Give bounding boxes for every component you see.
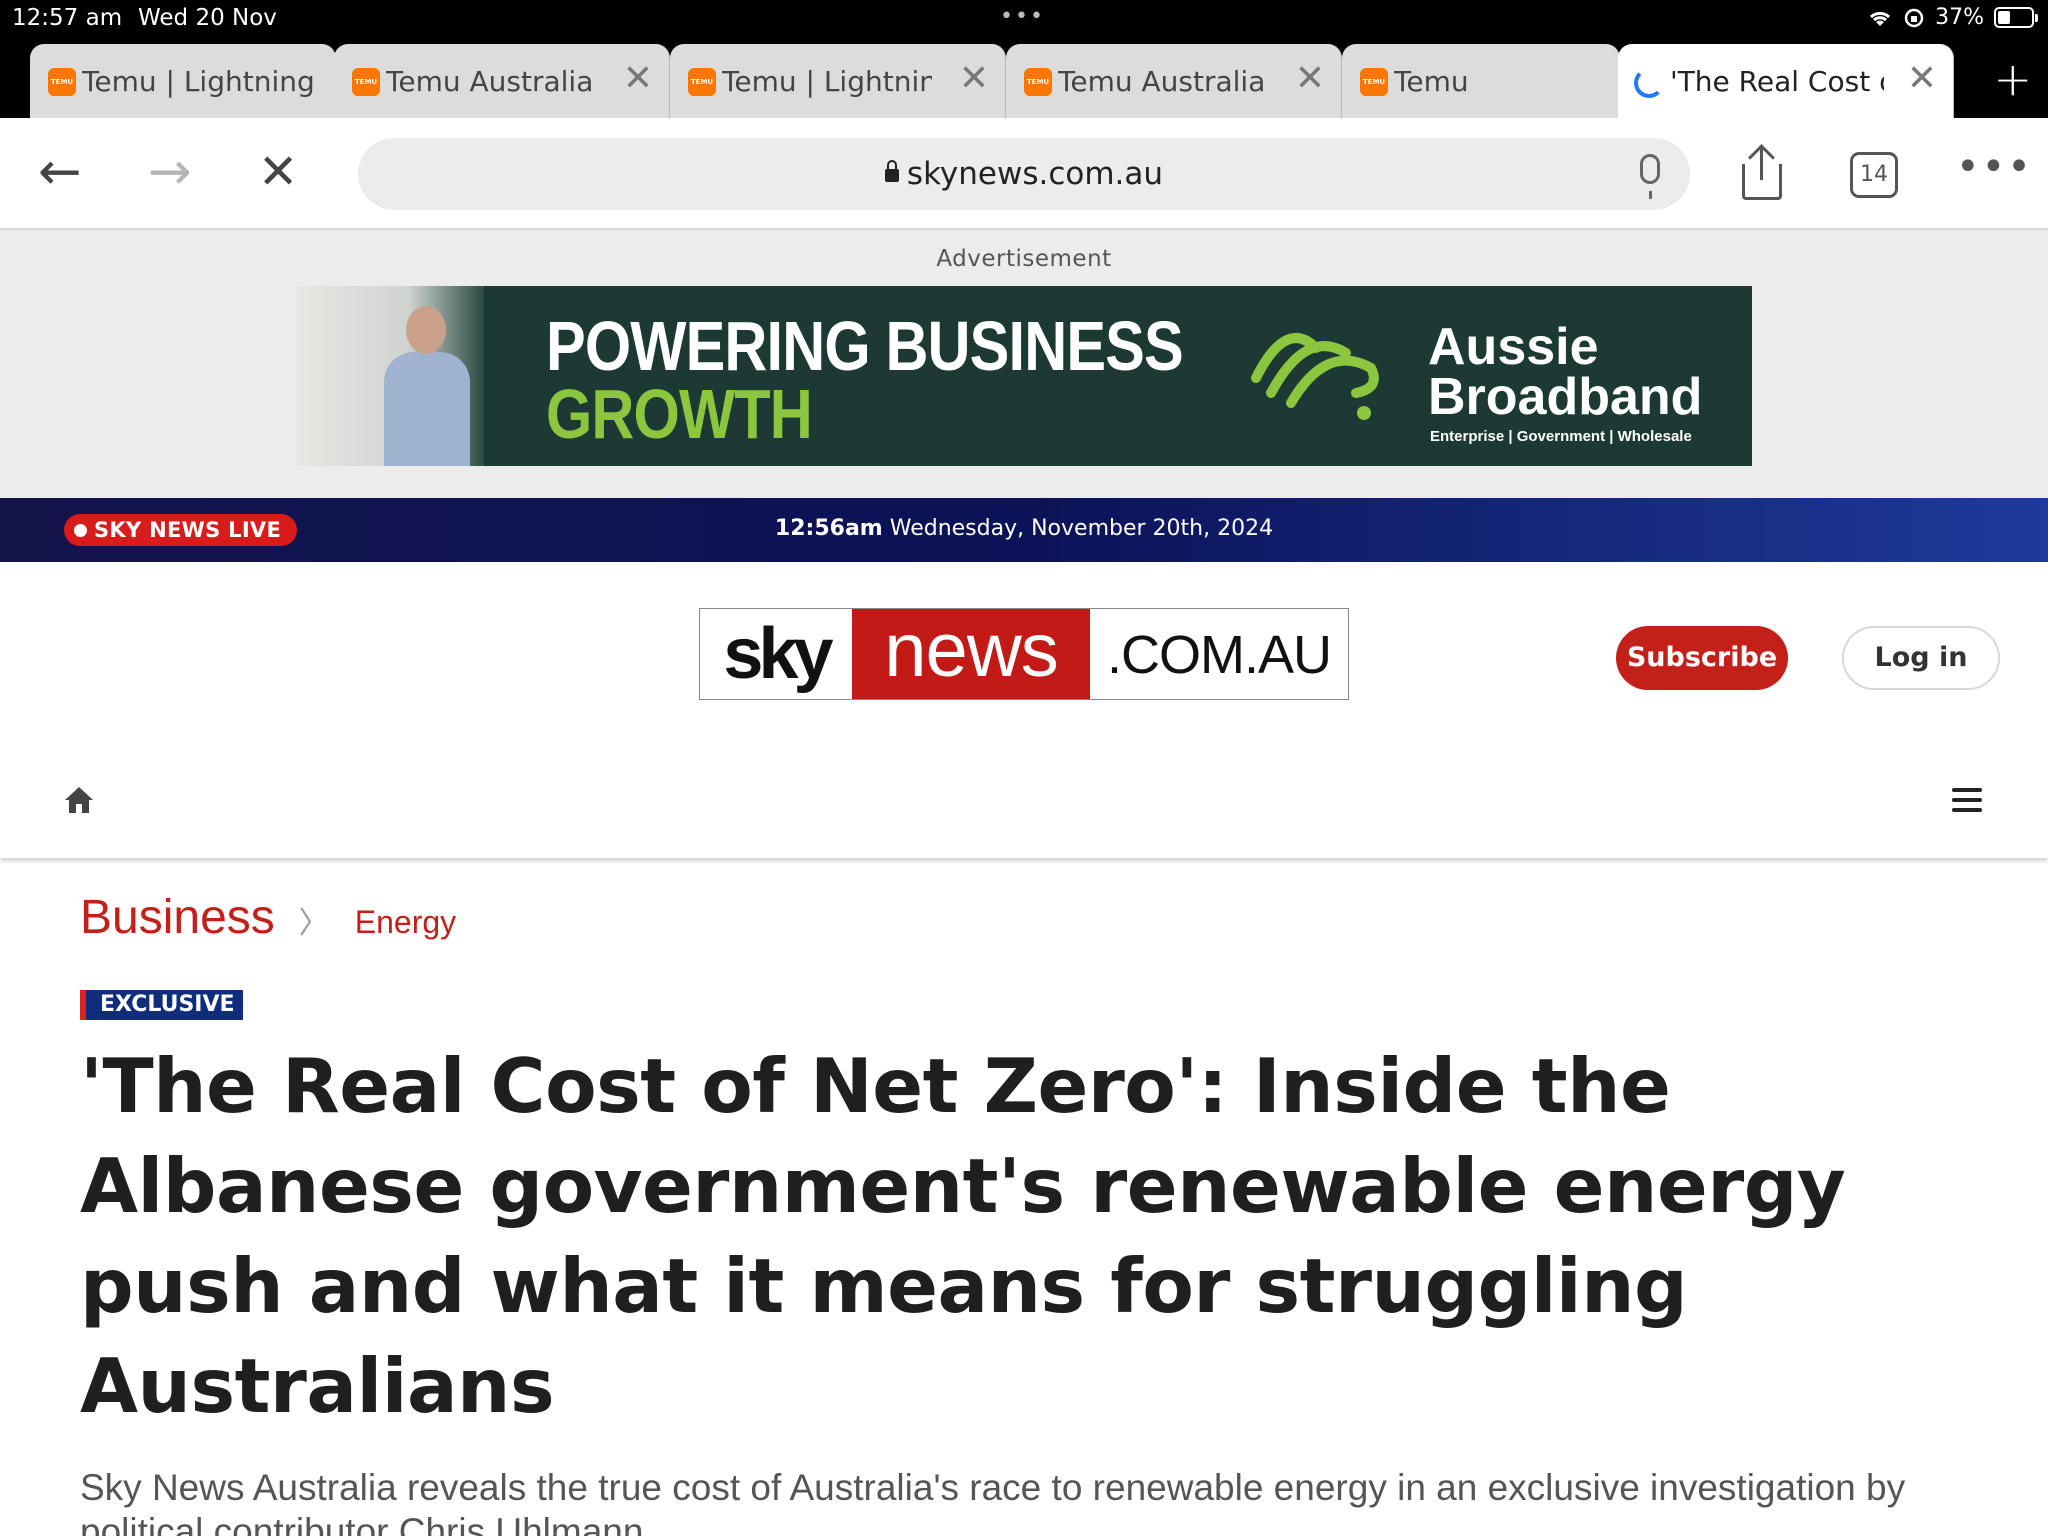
tab-strip: TEMU Temu | Lightning TEMU Temu Australi… <box>0 40 2048 118</box>
temu-favicon-icon: TEMU <box>688 68 716 96</box>
exclusive-badge: EXCLUSIVE <box>80 990 243 1020</box>
site-header: sky news .COM.AU Subscribe Log in <box>0 562 2048 858</box>
status-bar: 12:57 am Wed 20 Nov ••• 37% <box>0 0 2048 40</box>
browser-tab[interactable]: TEMU Temu Australia ✕ <box>334 44 670 118</box>
close-tab-icon[interactable]: ✕ <box>1907 58 1937 99</box>
battery-percent: 37% <box>1935 5 1984 30</box>
tab-label: Temu | Lightning <box>82 64 315 98</box>
status-right: 37% <box>1867 5 2038 30</box>
tab-label: Temu | Lightning <box>722 64 932 98</box>
status-time: 12:57 am <box>12 5 123 31</box>
tab-label: Temu <box>1394 64 1469 98</box>
url-text: skynews.com.au <box>906 156 1164 192</box>
browser-tab[interactable]: TEMU Temu | Lightning <box>30 44 336 118</box>
temu-favicon-icon: TEMU <box>1360 68 1388 96</box>
tab-label: Temu Australia <box>386 64 594 98</box>
aussie-broadband-logo-icon <box>1251 333 1379 420</box>
status-date: Wed 20 Nov <box>138 5 277 31</box>
subscribe-button[interactable]: Subscribe <box>1616 626 1788 690</box>
browser-tab[interactable]: TEMU Temu Australia ✕ <box>1006 44 1342 118</box>
live-bar: SKY NEWS LIVE 12:56am Wednesday, Novembe… <box>0 498 2048 562</box>
close-tab-icon[interactable]: ✕ <box>623 58 653 99</box>
new-tab-icon[interactable]: + <box>1993 52 2032 106</box>
browser-tab-active[interactable]: 'The Real Cost of ✕ <box>1618 44 1954 118</box>
live-date: 12:56am Wednesday, November 20th, 2024 <box>0 516 2048 541</box>
more-options-icon[interactable]: ••• <box>1956 144 2033 190</box>
battery-icon <box>1994 7 2038 28</box>
url-display: skynews.com.au <box>358 156 1690 192</box>
advertisement-area: Advertisement POWERING BUSINESS GROWTH A… <box>0 230 2048 498</box>
forward-arrow-icon[interactable]: → <box>148 142 192 202</box>
sky-news-logo[interactable]: sky news .COM.AU <box>699 608 1349 700</box>
browser-tab[interactable]: TEMU Temu <box>1342 44 1620 118</box>
ad-headline-accent: GROWTH <box>546 375 813 453</box>
article-standfirst: Sky News Australia reveals the true cost… <box>80 1467 1906 1536</box>
stop-loading-icon[interactable]: ✕ <box>258 142 298 202</box>
browser-tab[interactable]: TEMU Temu | Lightning ✕ <box>670 44 1006 118</box>
breadcrumb: Business 〉 Energy <box>80 890 456 945</box>
advertisement-label: Advertisement <box>936 246 1112 272</box>
login-button[interactable]: Log in <box>1842 626 2000 690</box>
breadcrumb-subsection-link[interactable]: Energy <box>355 904 456 941</box>
tab-count-button[interactable]: 14 <box>1850 152 1898 198</box>
orientation-lock-icon <box>1904 8 1924 27</box>
ad-brand-line-2: Broadband <box>1428 368 1703 426</box>
back-arrow-icon[interactable]: ← <box>38 142 82 202</box>
close-tab-icon[interactable]: ✕ <box>959 58 989 99</box>
logo-sky: sky <box>723 614 833 694</box>
loading-spinner-icon <box>1634 68 1664 98</box>
hamburger-menu-icon[interactable] <box>1952 788 1982 812</box>
lock-icon <box>884 160 899 182</box>
share-icon[interactable] <box>1742 144 1782 200</box>
browser-toolbar: ← → ✕ skynews.com.au 14 ••• <box>0 118 2048 230</box>
temu-favicon-icon: TEMU <box>352 68 380 96</box>
multitasking-dots-icon[interactable]: ••• <box>1000 4 1045 29</box>
address-bar[interactable]: skynews.com.au <box>358 138 1690 210</box>
battery-fill <box>1998 11 2010 24</box>
live-date-text: Wednesday, November 20th, 2024 <box>889 516 1274 541</box>
chevron-right-icon: 〉 <box>298 906 329 941</box>
wifi-icon <box>1870 11 1891 26</box>
logo-news: news <box>852 609 1090 699</box>
home-icon[interactable] <box>62 784 96 816</box>
ad-brand-line-1: Aussie <box>1428 318 1599 376</box>
tab-label: Temu Australia <box>1058 64 1266 98</box>
logo-domain: .COM.AU <box>1106 625 1332 685</box>
close-tab-icon[interactable]: ✕ <box>1295 58 1325 99</box>
microphone-icon[interactable] <box>1640 154 1660 199</box>
temu-favicon-icon: TEMU <box>1024 68 1052 96</box>
article-headline: 'The Real Cost of Net Zero': Inside the … <box>80 1042 1846 1430</box>
ad-banner[interactable]: POWERING BUSINESS GROWTH Aussie Broadban… <box>296 286 1752 466</box>
tab-label: 'The Real Cost of <box>1670 64 1884 98</box>
breadcrumb-section-link[interactable]: Business <box>80 890 275 945</box>
ad-brand-name: Aussie Broadband <box>1428 318 1703 426</box>
ad-brand-tagline: Enterprise | Government | Wholesale <box>1430 428 1692 445</box>
temu-favicon-icon: TEMU <box>48 68 76 96</box>
live-time: 12:56am <box>774 516 883 541</box>
ad-photo <box>296 286 484 466</box>
